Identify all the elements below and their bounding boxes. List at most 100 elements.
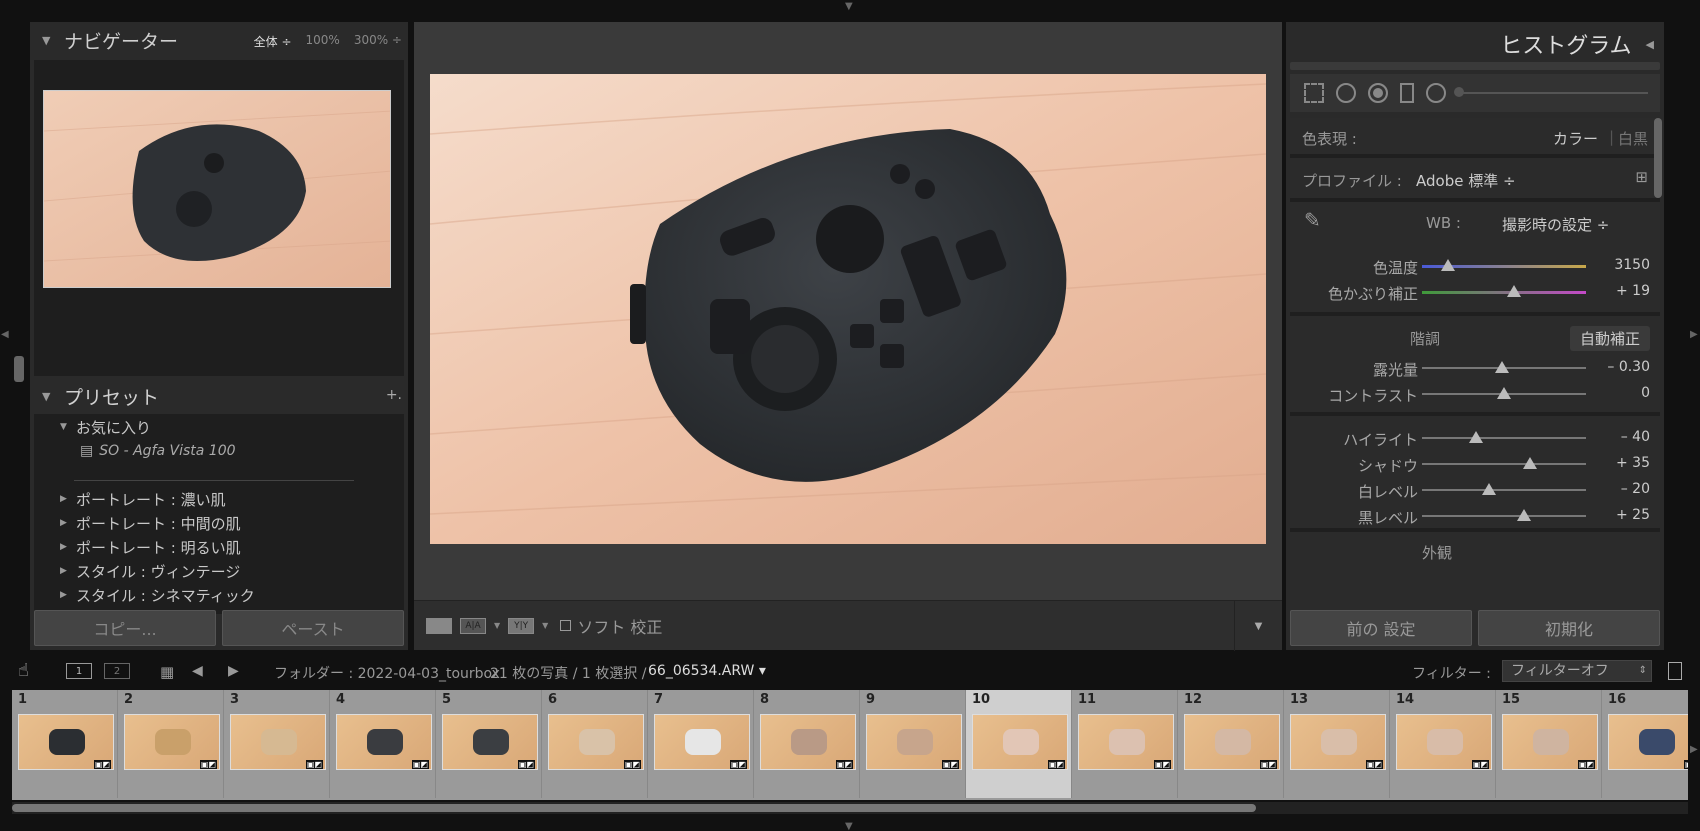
whites-slider[interactable]: 白レベル – 20 — [1290, 478, 1660, 502]
filmstrip-cell[interactable]: 16 ▣◩ — [1602, 690, 1688, 798]
filmstrip-cell[interactable]: 12 ▣◩ — [1178, 690, 1284, 798]
chevron-down-icon[interactable]: ▼ — [542, 621, 548, 630]
red-eye-icon[interactable] — [1368, 83, 1388, 103]
loupe-view-icon[interactable] — [426, 617, 452, 634]
preset-folder[interactable]: ▶ スタイル : ヴィンテージ — [60, 560, 240, 582]
filmstrip-cell[interactable]: 11 ▣◩ — [1072, 690, 1178, 798]
bottom-panel-toggle[interactable]: ▼ — [845, 822, 853, 831]
filmstrip-cell[interactable]: 8 ▣◩ — [754, 690, 860, 798]
filmstrip-cell[interactable]: 7 ▣◩ — [648, 690, 754, 798]
navigator-preview[interactable] — [43, 90, 391, 288]
graduated-filter-icon[interactable] — [1400, 83, 1414, 103]
filmstrip-cell[interactable]: 6 ▣◩ — [542, 690, 648, 798]
slider-value[interactable]: + 25 — [1616, 507, 1650, 523]
slider-track[interactable] — [1422, 509, 1586, 521]
exposure-slider[interactable]: 露光量 – 0.30 — [1290, 356, 1660, 380]
filmstrip-cell[interactable]: 14 ▣◩ — [1390, 690, 1496, 798]
wb-dropdown[interactable]: 撮影時の設定 ÷ — [1502, 214, 1609, 235]
slider-value[interactable]: + 19 — [1616, 283, 1650, 299]
preset-folder-favorites[interactable]: ▼ お気に入り — [60, 416, 151, 438]
collapse-triangle-icon[interactable]: ◀ — [1646, 38, 1654, 51]
filmstrip-lock-icon[interactable] — [1668, 662, 1682, 680]
brush-slider[interactable] — [1454, 87, 1648, 97]
profile-dropdown[interactable]: Adobe 標準 ÷ — [1416, 170, 1516, 191]
presets-header[interactable]: ▼ プリセット +. — [30, 378, 408, 414]
treatment-bw-option[interactable]: 白黒 — [1618, 128, 1648, 149]
folder-source[interactable]: フォルダー : 2022-04-03_tourbox — [274, 663, 500, 683]
add-preset-icon[interactable]: +. — [386, 387, 402, 403]
zoom-300-option[interactable]: 300% ÷ — [354, 33, 402, 50]
slider-value[interactable]: – 0.30 — [1607, 359, 1650, 375]
forward-arrow-icon[interactable]: ▶ — [228, 663, 239, 679]
slider-value[interactable]: – 20 — [1621, 481, 1650, 497]
slider-knob[interactable] — [1516, 509, 1531, 521]
slider-track[interactable] — [1422, 259, 1586, 271]
wb-eyedropper-icon[interactable]: ✎ — [1304, 208, 1321, 232]
toolbar-menu-icon[interactable]: ▼ — [1234, 601, 1282, 651]
blacks-slider[interactable]: 黒レベル + 25 — [1290, 504, 1660, 528]
shadows-slider[interactable]: シャドウ + 35 — [1290, 452, 1660, 476]
histogram-header[interactable]: ヒストグラム ◀ — [1500, 28, 1654, 60]
paste-button[interactable]: ペースト — [222, 610, 404, 646]
slider-value[interactable]: + 35 — [1616, 455, 1650, 471]
filmstrip-thumbnail[interactable] — [1608, 714, 1688, 770]
before-after-icon[interactable]: A|A — [460, 617, 486, 634]
zoom-100-option[interactable]: 100% — [306, 33, 340, 50]
collapse-triangle-icon[interactable]: ▼ — [42, 34, 64, 47]
contrast-slider[interactable]: コントラスト 0 — [1290, 382, 1660, 406]
soft-proof-checkbox[interactable] — [560, 620, 572, 631]
reset-button[interactable]: 初期化 — [1478, 610, 1660, 646]
slider-value[interactable]: – 40 — [1621, 429, 1650, 445]
previous-settings-button[interactable]: 前の 設定 — [1290, 610, 1472, 646]
slider-track[interactable] — [1422, 431, 1586, 443]
filmstrip-scrollbar[interactable] — [12, 802, 1688, 814]
filmstrip-cell[interactable]: 2 ▣◩ — [118, 690, 224, 798]
filmstrip-cell[interactable]: 4 ▣◩ — [330, 690, 436, 798]
slider-knob[interactable] — [1523, 457, 1538, 469]
current-filename[interactable]: 66_06534.ARW ▾ — [648, 663, 766, 679]
filmstrip-scroll-thumb[interactable] — [12, 804, 1256, 812]
navigator-header[interactable]: ▼ ナビゲーター 全体 ÷ 100% 300% ÷ — [30, 22, 408, 58]
filmstrip-cell[interactable]: 1 ▣◩ — [12, 690, 118, 798]
chevron-down-icon[interactable]: ▼ — [494, 621, 500, 630]
filmstrip-cell[interactable]: 3 ▣◩ — [224, 690, 330, 798]
auto-tone-button[interactable]: 自動補正 — [1569, 326, 1650, 351]
second-window-button[interactable]: 2 — [104, 663, 130, 679]
hand-tool-icon[interactable]: ☝ — [18, 660, 29, 681]
slider-track[interactable] — [1422, 483, 1586, 495]
slider-track[interactable] — [1422, 361, 1586, 373]
preset-folder[interactable]: ▶ スタイル : シネマティック — [60, 584, 255, 606]
slider-knob[interactable] — [1441, 259, 1456, 271]
main-window-button[interactable]: 1 — [66, 663, 92, 679]
preset-item-agfa[interactable]: ▤ SO - Agfa Vista 100 — [80, 440, 236, 462]
slider-track[interactable] — [1422, 285, 1586, 297]
filmstrip-cell[interactable]: 5 ▣◩ — [436, 690, 542, 798]
spot-removal-icon[interactable] — [1336, 83, 1356, 103]
back-arrow-icon[interactable]: ◀ — [192, 663, 203, 679]
tint-slider[interactable]: 色かぶり補正 + 19 — [1290, 280, 1660, 304]
collapse-triangle-icon[interactable]: ▼ — [42, 390, 64, 403]
zoom-fit-option[interactable]: 全体 ÷ — [254, 33, 292, 50]
grid-view-icon[interactable]: ▦ — [160, 663, 174, 681]
preset-folder[interactable]: ▶ ポートレート : 中間の肌 — [60, 512, 241, 534]
highlights-slider[interactable]: ハイライト – 40 — [1290, 426, 1660, 450]
slider-knob[interactable] — [1497, 387, 1511, 399]
copy-button[interactable]: コピー... — [34, 610, 216, 646]
right-scrollbar[interactable] — [1654, 118, 1662, 198]
left-scrollbar[interactable] — [14, 356, 24, 382]
main-photo[interactable] — [430, 74, 1266, 544]
radial-filter-icon[interactable] — [1426, 83, 1446, 103]
preset-folder[interactable]: ▶ ポートレート : 濃い肌 — [60, 488, 226, 510]
temp-slider[interactable]: 色温度 3150 — [1290, 254, 1660, 278]
slider-track[interactable] — [1422, 387, 1586, 399]
crop-tool-icon[interactable] — [1304, 83, 1324, 103]
top-panel-toggle[interactable]: ▼ — [845, 2, 853, 12]
filmstrip-right-arrow[interactable]: ▶ — [1690, 745, 1698, 755]
slider-knob[interactable] — [1495, 361, 1510, 373]
slider-track[interactable] — [1422, 457, 1586, 469]
slider-knob[interactable] — [1469, 431, 1484, 443]
left-panel-toggle[interactable]: ◀ — [1, 330, 9, 340]
filmstrip-cell[interactable]: 15 ▣◩ — [1496, 690, 1602, 798]
filmstrip-cell[interactable]: 9 ▣◩ — [860, 690, 966, 798]
slider-knob[interactable] — [1506, 285, 1521, 297]
